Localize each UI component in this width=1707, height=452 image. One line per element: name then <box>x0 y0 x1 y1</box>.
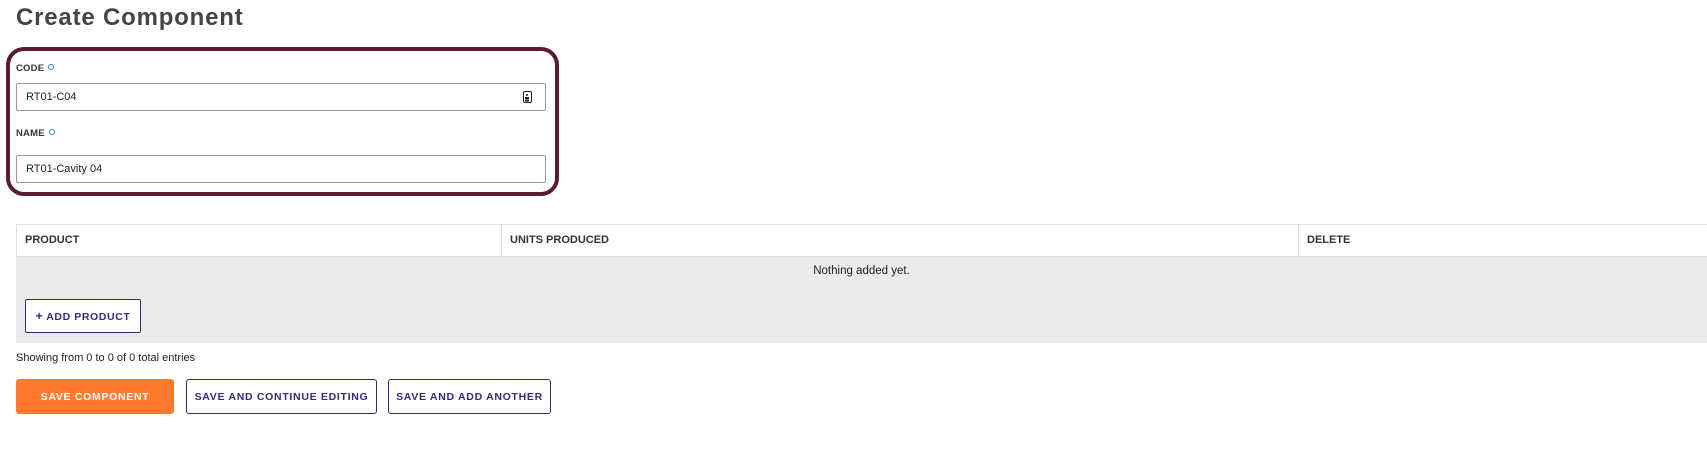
column-header-delete: DELETE <box>1307 234 1351 246</box>
required-indicator-icon <box>48 129 55 135</box>
code-input[interactable] <box>16 83 546 111</box>
contact-card-icon[interactable] <box>523 91 532 103</box>
add-product-button[interactable]: + ADD PRODUCT <box>25 299 141 333</box>
save-and-continue-editing-button[interactable]: SAVE AND CONTINUE EDITING <box>186 379 377 414</box>
page-title: Create Component <box>16 4 244 31</box>
save-component-button[interactable]: SAVE COMPONENT <box>16 379 174 414</box>
table-body: Nothing added yet. + ADD PRODUCT <box>16 257 1707 343</box>
name-input[interactable] <box>16 155 546 183</box>
name-label-text: NAME <box>16 128 45 139</box>
save-and-add-another-button[interactable]: SAVE AND ADD ANOTHER <box>388 379 551 414</box>
column-header-product: PRODUCT <box>17 225 502 256</box>
entries-summary: Showing from 0 to 0 of 0 total entries <box>16 352 196 364</box>
required-indicator-icon <box>48 64 55 70</box>
table-header: PRODUCT UNITS PRODUCED DELETE <box>16 224 1707 257</box>
empty-message: Nothing added yet. <box>813 265 910 277</box>
column-header-units-produced: UNITS PRODUCED <box>502 225 1299 256</box>
add-product-label: ADD PRODUCT <box>46 311 131 323</box>
code-label-text: CODE <box>16 63 45 74</box>
name-label: NAME <box>16 128 55 139</box>
products-table: PRODUCT UNITS PRODUCED DELETE Nothing ad… <box>16 224 1707 343</box>
create-component-page: Create Component CODE NAME PRODUCT UNITS… <box>0 0 1707 452</box>
code-label: CODE <box>16 63 55 74</box>
plus-icon: + <box>35 309 44 323</box>
